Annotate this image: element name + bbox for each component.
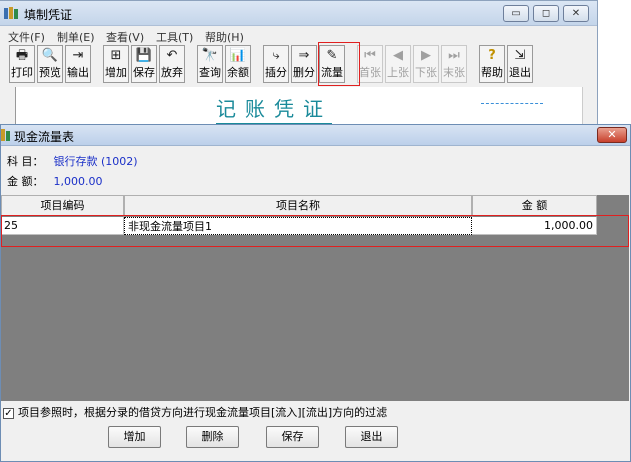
voucher-title: 记账凭证 bbox=[216, 93, 332, 126]
first-page-icon: ⏮ bbox=[364, 48, 376, 63]
voucher-window: 填制凭证 ▭ ◻ ✕ 文件(F) 制单(E) 查看(V) 工具(T) 帮助(H)… bbox=[0, 0, 598, 130]
undo-icon: ↶ bbox=[166, 48, 178, 63]
grid-header: 项目编码 项目名称 金 额 bbox=[1, 195, 597, 217]
menu-file[interactable]: 文件(F) bbox=[8, 29, 45, 45]
toolbar-exit-button[interactable]: ⇲ 退出 bbox=[507, 45, 533, 83]
delete-row-icon: ⇒ bbox=[298, 48, 310, 63]
amount-row: 金 额： 1,000.00 bbox=[7, 173, 102, 189]
column-header-name[interactable]: 项目名称 bbox=[124, 195, 472, 217]
insert-row-icon: ⤷ bbox=[272, 48, 280, 63]
annotation-highlight-row bbox=[1, 215, 629, 247]
menu-bar: 文件(F) 制单(E) 查看(V) 工具(T) 帮助(H) bbox=[0, 27, 597, 45]
app-icon bbox=[4, 7, 18, 19]
toolbar-balance-button[interactable]: 📊 余额 bbox=[225, 45, 251, 83]
toolbar-add-button[interactable]: ⊞ 增加 bbox=[103, 45, 129, 83]
toolbar-preview-button[interactable]: 🔍 预览 bbox=[37, 45, 63, 83]
next-icon: ▶ bbox=[421, 48, 431, 63]
toolbar-previous-button[interactable]: ◀ 上张 bbox=[385, 45, 411, 83]
direction-filter-option[interactable]: ✓ 项目参照时，根据分录的借贷方向进行现金流量项目[流入][流出]方向的过滤 bbox=[3, 404, 387, 420]
cash-flow-dialog: 现金流量表 ✕ 科 目： 银行存款 (1002) 金 额： 1,000.00 项目编… bbox=[0, 124, 631, 462]
cash-flow-dialog-titlebar[interactable]: 现金流量表 ✕ bbox=[1, 125, 630, 146]
menu-voucher[interactable]: 制单(E) bbox=[57, 29, 95, 45]
export-icon: ⇥ bbox=[72, 48, 84, 63]
voucher-dashed-line bbox=[481, 103, 543, 104]
annotation-highlight-cash-flow-button bbox=[318, 42, 360, 86]
exit-button[interactable]: 退出 bbox=[345, 426, 398, 448]
app-icon bbox=[1, 129, 10, 141]
cash-flow-dialog-title: 现金流量表 bbox=[14, 130, 75, 144]
menu-view[interactable]: 查看(V) bbox=[106, 29, 144, 45]
binoculars-icon: 🔭 bbox=[201, 48, 219, 63]
add-document-icon: ⊞ bbox=[110, 48, 122, 63]
toolbar-next-button[interactable]: ▶ 下张 bbox=[413, 45, 439, 83]
delete-button[interactable]: 删除 bbox=[186, 426, 239, 448]
help-icon: ? bbox=[488, 48, 496, 63]
subject-label: 科 目： bbox=[7, 155, 44, 168]
printer-icon: 🖶 bbox=[15, 48, 29, 63]
voucher-window-title: 填制凭证 bbox=[24, 8, 73, 22]
toolbar-query-button[interactable]: 🔭 查询 bbox=[197, 45, 223, 83]
maximize-button[interactable]: ◻ bbox=[533, 5, 559, 22]
menu-help[interactable]: 帮助(H) bbox=[205, 29, 244, 45]
toolbar-print-button[interactable]: 🖶 打印 bbox=[9, 45, 35, 83]
amount-label: 金 额： bbox=[7, 175, 44, 188]
last-page-icon: ⏭ bbox=[448, 48, 460, 63]
toolbar-last-button[interactable]: ⏭ 末张 bbox=[441, 45, 467, 83]
toolbar-export-button[interactable]: ⇥ 输出 bbox=[65, 45, 91, 83]
toolbar-save-button[interactable]: 💾 保存 bbox=[131, 45, 157, 83]
save-button[interactable]: 保存 bbox=[266, 426, 319, 448]
dialog-close-button[interactable]: ✕ bbox=[597, 127, 627, 143]
add-button[interactable]: 增加 bbox=[108, 426, 161, 448]
direction-filter-checkbox[interactable]: ✓ bbox=[3, 407, 14, 419]
subject-row: 科 目： 银行存款 (1002) bbox=[7, 153, 138, 169]
toolbar-insert-entry-button[interactable]: ⤷ 插分 bbox=[263, 45, 289, 83]
previous-icon: ◀ bbox=[393, 48, 403, 63]
exit-door-icon: ⇲ bbox=[514, 48, 526, 63]
column-header-code[interactable]: 项目编码 bbox=[1, 195, 124, 217]
magnifier-icon: 🔍 bbox=[41, 48, 59, 63]
amount-value: 1,000.00 bbox=[53, 175, 103, 188]
direction-filter-label: 项目参照时，根据分录的借贷方向进行现金流量项目[流入][流出]方向的过滤 bbox=[18, 406, 388, 419]
toolbar-delete-entry-button[interactable]: ⇒ 删分 bbox=[291, 45, 317, 83]
column-header-amount[interactable]: 金 额 bbox=[472, 195, 597, 217]
toolbar-first-button[interactable]: ⏮ 首张 bbox=[357, 45, 383, 83]
voucher-window-titlebar[interactable]: 填制凭证 ▭ ◻ ✕ bbox=[0, 1, 597, 26]
bar-chart-icon: 📊 bbox=[229, 48, 247, 63]
floppy-disk-icon: 💾 bbox=[135, 48, 153, 63]
minimize-button[interactable]: ▭ bbox=[503, 5, 529, 22]
toolbar-help-button[interactable]: ? 帮助 bbox=[479, 45, 505, 83]
close-button[interactable]: ✕ bbox=[563, 5, 589, 22]
subject-value: 银行存款 (1002) bbox=[53, 155, 138, 168]
toolbar-discard-button[interactable]: ↶ 放弃 bbox=[159, 45, 185, 83]
menu-tools[interactable]: 工具(T) bbox=[156, 29, 193, 45]
